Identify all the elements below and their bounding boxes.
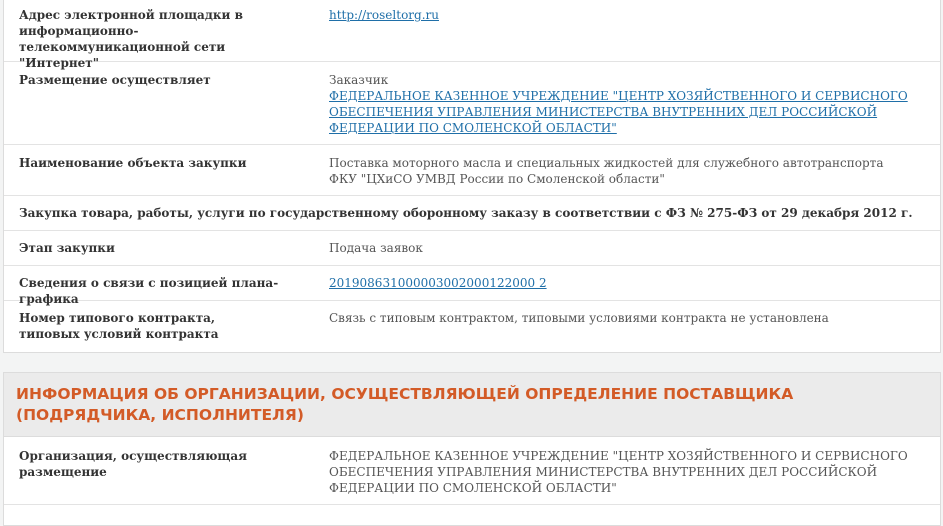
- purchase-info-card: Адрес электронной площадки в информацион…: [3, 0, 941, 353]
- customer-org-link[interactable]: ФЕДЕРАЛЬНОЕ КАЗЕННОЕ УЧРЕЖДЕНИЕ "ЦЕНТР Х…: [329, 88, 924, 136]
- stage-value: Подача заявок: [329, 241, 423, 255]
- row-placing-organization: Организация, осуществляющая размещение Ф…: [4, 437, 940, 505]
- plan-position-link[interactable]: 201908631000003002000122000 2: [329, 275, 547, 291]
- platform-url-link[interactable]: http://roseltorg.ru: [329, 7, 439, 23]
- defense-order-text: Закупка товара, работы, услуги по госуда…: [19, 206, 913, 220]
- row-typical-contract: Номер типового контракта, типовых услови…: [4, 301, 940, 353]
- section-header-organization: Информация об организации, осуществляюще…: [3, 372, 941, 436]
- organization-info-card: Организация, осуществляющая размещение Ф…: [3, 436, 941, 526]
- row-purchase-stage: Этап закупки Подача заявок: [4, 231, 940, 266]
- section-title: Информация об организации, осуществляюще…: [16, 385, 794, 424]
- row-placement: Размещение осуществляет Заказчик ФЕДЕРАЛ…: [4, 62, 940, 145]
- row-plan-position: Сведения о связи с позицией плана-график…: [4, 266, 940, 306]
- row-defense-order: Закупка товара, работы, услуги по госуда…: [4, 196, 940, 231]
- row-label: Этап закупки: [19, 241, 115, 255]
- object-name-value: Поставка моторного масла и специальных ж…: [329, 156, 884, 186]
- row-label: Размещение осуществляет: [19, 73, 211, 87]
- row-object-name: Наименование объекта закупки Поставка мо…: [4, 145, 940, 196]
- placement-role: Заказчик: [329, 73, 389, 87]
- row-label: Организация, осуществляющая размещение: [19, 449, 248, 479]
- placing-organization-value: ФЕДЕРАЛЬНОЕ КАЗЕННОЕ УЧРЕЖДЕНИЕ "ЦЕНТР Х…: [329, 449, 908, 495]
- row-electronic-platform-address: Адрес электронной площадки в информацион…: [4, 0, 940, 70]
- contract-value: Связь с типовым контрактом, типовыми усл…: [329, 311, 829, 325]
- row-label: Наименование объекта закупки: [19, 156, 247, 170]
- row-label: Номер типового контракта, типовых услови…: [19, 311, 219, 341]
